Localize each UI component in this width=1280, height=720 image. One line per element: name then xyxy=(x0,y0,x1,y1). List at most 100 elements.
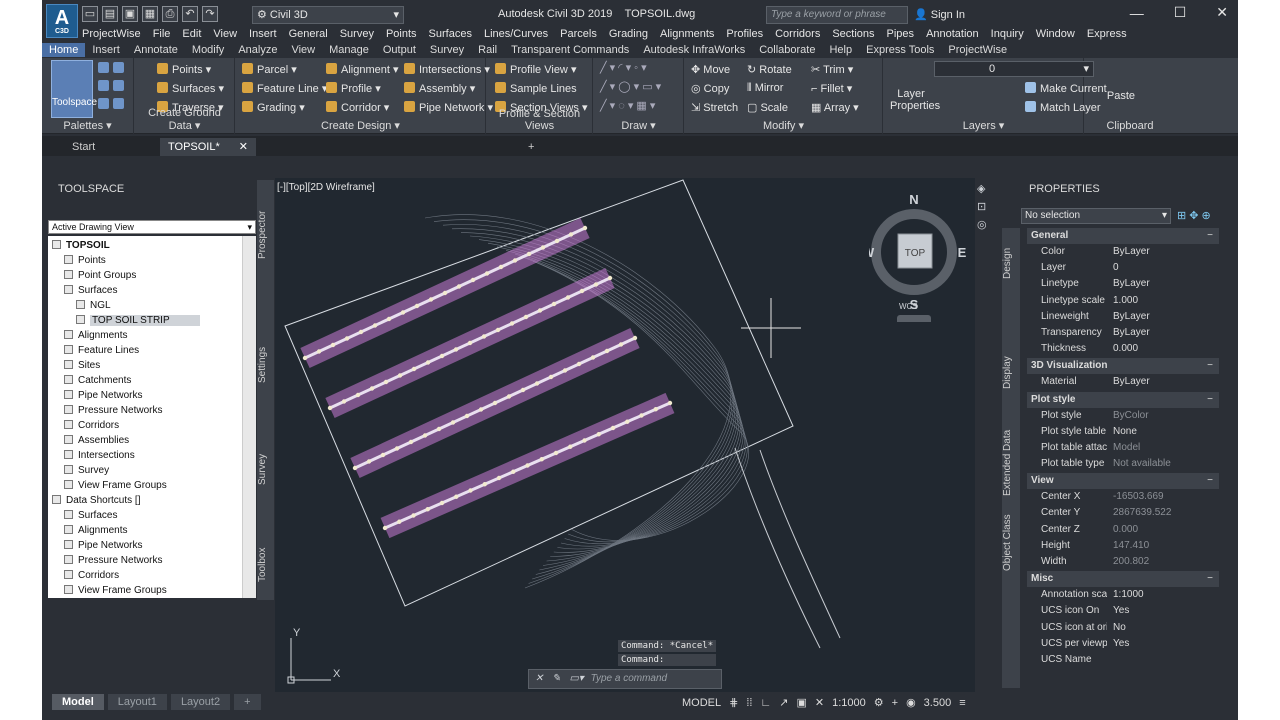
undo-icon[interactable]: ↶ xyxy=(182,6,198,22)
property-row[interactable]: Width 200.802 xyxy=(1027,554,1219,570)
tree-item[interactable]: Intersections xyxy=(64,448,135,463)
menu-item-view[interactable]: View xyxy=(213,28,237,40)
property-row[interactable]: Plot table type Not available xyxy=(1027,456,1219,472)
open-file-icon[interactable]: ▤ xyxy=(102,6,118,22)
sign-in-button[interactable]: 👤 Sign In xyxy=(914,8,965,21)
menu-item-pipes[interactable]: Pipes xyxy=(887,28,915,40)
property-row[interactable]: Thickness 0.000 xyxy=(1027,341,1219,357)
property-row[interactable]: Annotation scale 1:1000 xyxy=(1027,587,1219,603)
mirror-button[interactable]: ⫴ Mirror xyxy=(747,82,783,95)
design-title[interactable]: Create Design ▾ xyxy=(236,119,485,132)
new-file-icon[interactable]: ▭ xyxy=(82,6,98,22)
property-category[interactable]: Misc − xyxy=(1027,571,1219,588)
layout-tab-model[interactable]: Model xyxy=(52,694,104,710)
parcel-button[interactable]: Parcel ▾ xyxy=(242,63,297,76)
tree-item[interactable]: Alignments xyxy=(64,523,127,538)
viewcube[interactable]: TOP N S E W xyxy=(862,192,969,327)
property-row[interactable]: Linetype scale 1.000 xyxy=(1027,293,1219,309)
layers-title[interactable]: Layers ▾ xyxy=(884,119,1083,132)
move-button[interactable]: ✥ Move xyxy=(691,63,730,76)
tab-modify[interactable]: Modify xyxy=(185,43,231,57)
menu-item-grading[interactable]: Grading xyxy=(609,28,648,40)
tree-item[interactable]: Surfaces xyxy=(64,283,117,298)
tree-item[interactable]: NGL xyxy=(76,298,111,313)
app-logo-button[interactable]: A C3D xyxy=(46,4,78,38)
palette-icon-2[interactable] xyxy=(98,80,128,93)
menu-item-alignments[interactable]: Alignments xyxy=(660,28,714,40)
properties-tab-extended-data[interactable]: Extended Data xyxy=(1002,418,1019,508)
fillet-button[interactable]: ⌐ Fillet ▾ xyxy=(811,82,852,95)
property-row[interactable]: Center X -16503.669 xyxy=(1027,489,1219,505)
drawing-viewport[interactable]: [-][Top][2D Wireframe] TOP N S E W WCS Y… xyxy=(275,178,975,692)
property-row[interactable]: Linetype ByLayer xyxy=(1027,276,1219,292)
menu-item-points[interactable]: Points xyxy=(386,28,417,40)
menu-item-parcels[interactable]: Parcels xyxy=(560,28,597,40)
layout-tab-layout1[interactable]: Layout1 xyxy=(107,694,167,710)
ortho-icon[interactable]: ∟ xyxy=(760,697,771,709)
paste-button[interactable]: Paste xyxy=(1103,62,1139,102)
menu-item-general[interactable]: General xyxy=(289,28,328,40)
tree-item[interactable]: TOPSOIL xyxy=(52,238,110,253)
add-icon[interactable]: + xyxy=(892,697,898,709)
menu-item-inquiry[interactable]: Inquiry xyxy=(991,28,1024,40)
help-search-input[interactable]: Type a keyword or phrase xyxy=(766,6,908,24)
property-row[interactable]: Center Z 0.000 xyxy=(1027,522,1219,538)
toolspace-tab-prospector[interactable]: Prospector xyxy=(257,200,274,270)
hatch-icon[interactable]: ╱ ▾ ◌ ▾ ▦ ▾ xyxy=(600,99,655,112)
profile-button[interactable]: Profile ▾ xyxy=(326,82,381,95)
palette-icon-3[interactable] xyxy=(98,98,128,111)
menu-item-file[interactable]: File xyxy=(153,28,171,40)
tab-topsoil[interactable]: TOPSOIL* ✕ xyxy=(160,138,256,156)
tab-home[interactable]: Home xyxy=(42,43,86,57)
maximize-icon[interactable]: ☐ xyxy=(1174,4,1187,21)
print-icon[interactable]: ⎙ xyxy=(162,6,178,22)
property-row[interactable]: Center Y 2867639.522 xyxy=(1027,505,1219,521)
menu-item-profiles[interactable]: Profiles xyxy=(726,28,763,40)
tab-annotate[interactable]: Annotate xyxy=(127,43,185,57)
customize-icon[interactable]: ≡ xyxy=(959,697,965,709)
modify-title[interactable]: Modify ▾ xyxy=(685,119,882,132)
menu-item-surfaces[interactable]: Surfaces xyxy=(429,28,472,40)
tab-express-tools[interactable]: Express Tools xyxy=(859,43,941,57)
menu-item-annotation[interactable]: Annotation xyxy=(926,28,979,40)
annotation-icon[interactable]: ✕ xyxy=(815,696,824,709)
ground-title[interactable]: Create Ground Data ▾ xyxy=(135,107,234,132)
tree-item[interactable]: Catchments xyxy=(64,373,131,388)
tree-item[interactable]: Alignments xyxy=(64,328,127,343)
properties-tab-display[interactable]: Display xyxy=(1002,338,1019,408)
tab-rail[interactable]: Rail xyxy=(471,43,504,57)
tree-item[interactable]: Point Groups xyxy=(64,268,136,283)
grading-button[interactable]: Grading ▾ xyxy=(242,101,305,114)
command-menu-icon[interactable]: ▭▾ xyxy=(569,673,583,684)
toolspace-view-dropdown[interactable]: Active Drawing View ▾ xyxy=(48,220,256,234)
property-row[interactable]: Height 147.410 xyxy=(1027,538,1219,554)
tab-survey[interactable]: Survey xyxy=(423,43,471,57)
tree-item[interactable]: View Frame Groups xyxy=(64,583,167,598)
new-tab-button[interactable]: + xyxy=(520,138,540,156)
tree-item[interactable]: Pressure Networks xyxy=(64,553,162,568)
tab-collaborate[interactable]: Collaborate xyxy=(752,43,822,57)
save-as-icon[interactable]: ▦ xyxy=(142,6,158,22)
property-row[interactable]: Plot style ByColor xyxy=(1027,408,1219,424)
layer-dropdown[interactable]: 0 ▾ xyxy=(934,61,1094,77)
properties-tab-object-class[interactable]: Object Class xyxy=(1002,508,1019,578)
tab-analyze[interactable]: Analyze xyxy=(231,43,284,57)
property-category[interactable]: General − xyxy=(1027,228,1219,244)
property-category[interactable]: 3D Visualization − xyxy=(1027,358,1219,375)
property-row[interactable]: Transparency ByLayer xyxy=(1027,325,1219,341)
feature-line-button[interactable]: Feature Line ▾ xyxy=(242,82,327,95)
property-row[interactable]: Material ByLayer xyxy=(1027,374,1219,390)
corridor-button[interactable]: Corridor ▾ xyxy=(326,101,389,114)
pan-icon[interactable]: ◈ xyxy=(977,180,995,198)
tree-item[interactable]: Sites xyxy=(64,358,100,373)
snap-icon[interactable]: ⁞⁞ xyxy=(746,697,752,709)
tree-item[interactable]: Data Shortcuts [] xyxy=(52,493,140,508)
collapse-icon[interactable]: − xyxy=(1207,228,1213,244)
tree-item[interactable]: TOP SOIL STRIP xyxy=(76,313,200,328)
draw-title[interactable]: Draw ▾ xyxy=(594,119,683,132)
tab-output[interactable]: Output xyxy=(376,43,423,57)
tree-item[interactable]: Points xyxy=(64,253,106,268)
property-category[interactable]: Plot style − xyxy=(1027,391,1219,408)
scale-button[interactable]: ▢ Scale xyxy=(747,101,788,114)
profile-view-button[interactable]: Profile View ▾ xyxy=(495,63,576,76)
